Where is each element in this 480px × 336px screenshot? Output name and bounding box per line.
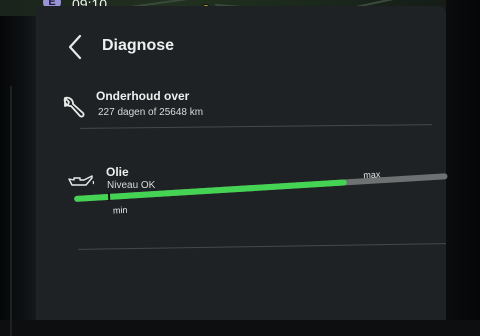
- page-title: Diagnose: [102, 37, 175, 54]
- oil-status: Niveau OK: [107, 180, 156, 191]
- oil-max-label: max: [362, 169, 381, 181]
- screen-edge: [446, 0, 480, 320]
- maintenance-remaining: 227 dagen of 25648 km: [98, 107, 204, 118]
- oil-title: Olie: [106, 165, 129, 179]
- wrench-icon: [63, 96, 85, 118]
- chevron-left-icon: [68, 34, 82, 60]
- oil-can-icon: [68, 175, 95, 186]
- screen-bezel: [0, 16, 36, 336]
- maintenance-title: Onderhoud over: [96, 89, 190, 103]
- oil-min-tick: [107, 192, 111, 201]
- diagnostics-panel: [36, 6, 446, 320]
- bezel-edge: [10, 86, 12, 336]
- oil-min-label: min: [112, 204, 128, 216]
- back-button[interactable]: [66, 34, 84, 60]
